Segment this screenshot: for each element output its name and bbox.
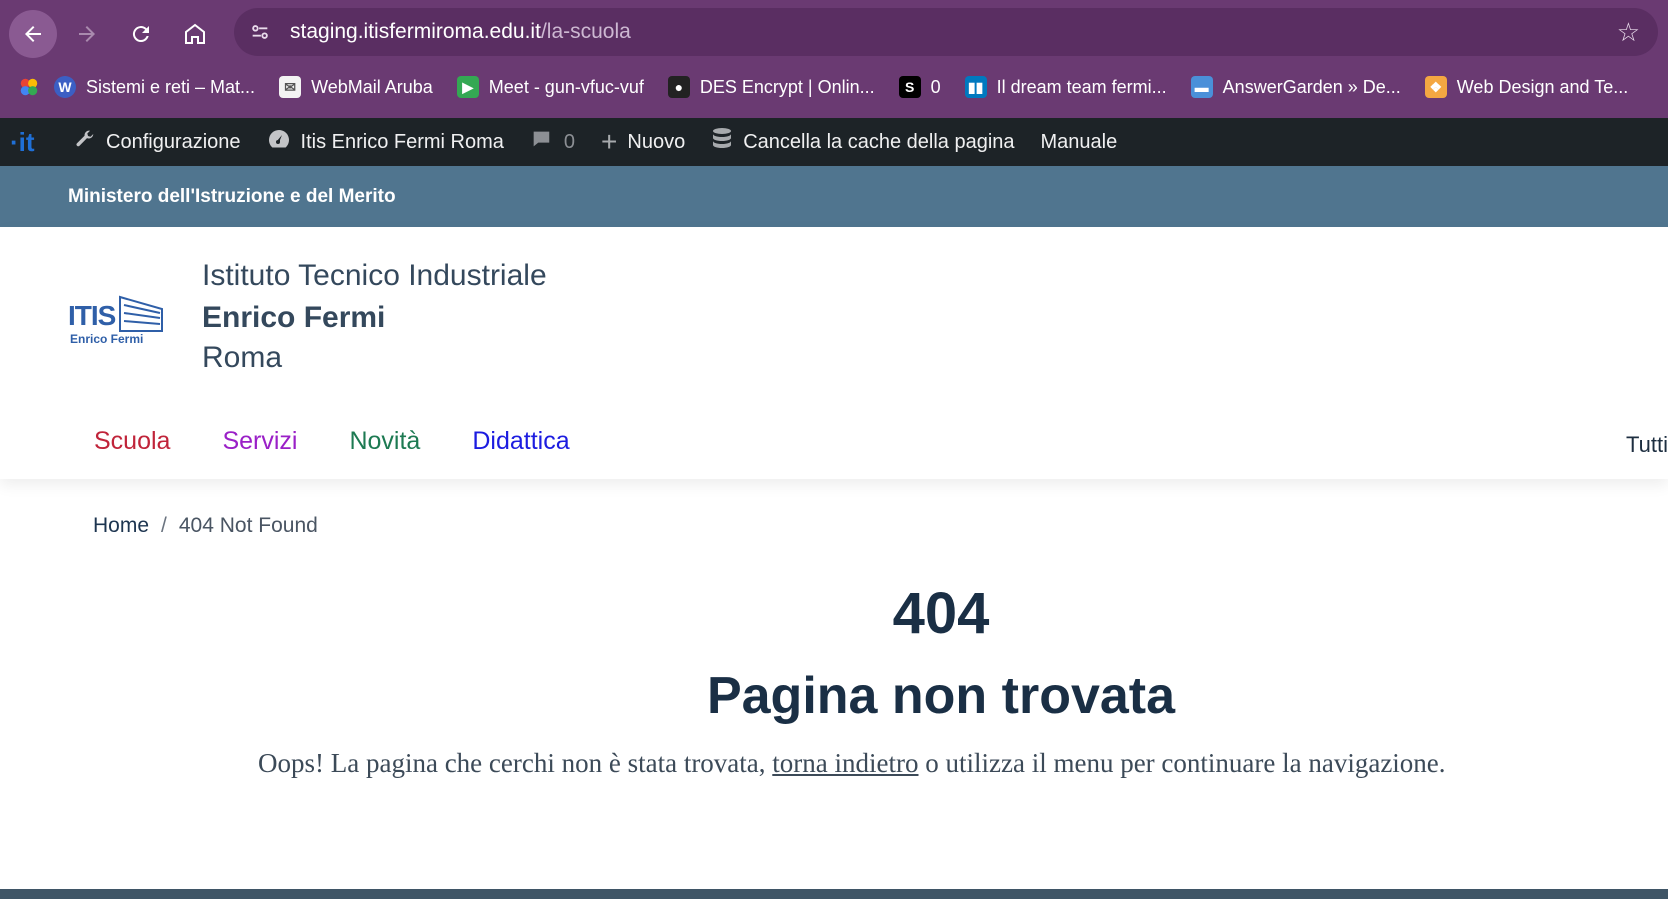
admin-item-label: Nuovo (627, 130, 686, 153)
home-icon (185, 23, 205, 44)
bookmark-item[interactable]: ✉ WebMail Aruba (279, 76, 433, 98)
ministry-link[interactable]: Ministero dell'Istruzione e del Merito (68, 186, 396, 208)
bookmark-label: AnswerGarden » De... (1222, 76, 1401, 97)
plus-icon: + (601, 126, 618, 157)
bookmark-item[interactable]: ❖ Web Design and Te... (1424, 76, 1629, 98)
admin-clear-cache[interactable]: Cancella la cache della pagina (711, 127, 1015, 157)
address-bar[interactable]: staging.itisfermiroma.edu.it/la-scuola ☆ (234, 8, 1658, 56)
bookmark-item[interactable]: ▶ Meet - gun-vfuc-vuf (456, 76, 644, 98)
breadcrumb-separator: / (161, 514, 167, 537)
reload-button[interactable] (117, 10, 165, 58)
svg-text:Enrico Fermi: Enrico Fermi (70, 332, 143, 346)
bookmark-label: Sistemi e reti – Mat... (86, 76, 256, 97)
site-settings-icon[interactable] (248, 20, 272, 44)
menu-item-scuola[interactable]: Scuola (94, 427, 170, 456)
menu-item-novita[interactable]: Novità (349, 427, 420, 456)
school-city[interactable]: Roma (202, 341, 282, 375)
bookmark-label: WebMail Aruba (311, 76, 433, 97)
error-title: Pagina non trovata (706, 667, 1176, 725)
error-code: 404 (892, 581, 990, 646)
bookmark-item[interactable]: ● DES Encrypt | Onlin... (667, 76, 875, 98)
svg-text:ITIS: ITIS (68, 300, 116, 331)
bookmark-item[interactable]: W Sistemi e reti – Mat... (54, 76, 255, 98)
school-type[interactable]: Istituto Tecnico Industriale (202, 259, 547, 293)
admin-manuale[interactable]: Manuale (1041, 131, 1118, 154)
bookmark-star-icon[interactable]: ☆ (1617, 17, 1640, 48)
admin-new[interactable]: + Nuovo (601, 126, 685, 158)
admin-configurazione[interactable]: Configurazione (74, 128, 241, 156)
book-icon: ❖ (1424, 76, 1447, 98)
footer-strip (0, 889, 1668, 899)
breadcrumb-home[interactable]: Home (93, 514, 149, 537)
menu-item-tutti[interactable]: Tutti (1626, 432, 1668, 458)
admin-site-name[interactable]: Itis Enrico Fermi Roma (267, 128, 504, 156)
breadcrumb-current: 404 Not Found (178, 514, 318, 537)
dashboard-gauge-icon (267, 128, 291, 156)
error-message: Oops! La pagina che cerchi non è stata t… (258, 748, 1446, 779)
arrow-right-icon (79, 26, 95, 42)
bookmark-item[interactable]: ▬ AnswerGarden » De... (1190, 76, 1401, 98)
database-icon (711, 127, 733, 157)
wordpress-icon: W (54, 76, 76, 98)
chat-icon: ▬ (1190, 76, 1213, 98)
arrow-left-icon (25, 26, 41, 42)
site-header: ITIS Enrico Fermi Istituto Tecnico Indus… (0, 227, 1668, 479)
des-icon: ● (667, 76, 690, 98)
meet-icon: ▶ (456, 76, 479, 98)
s-icon: S (898, 76, 921, 98)
breadcrumb: Home / 404 Not Found (93, 514, 318, 538)
bookmarks-bar: W Sistemi e reti – Mat... ✉ WebMail Arub… (0, 64, 1668, 110)
go-back-link[interactable]: torna indietro (772, 748, 918, 778)
bookmark-item[interactable]: S 0 (898, 76, 941, 98)
main-menu: Scuola Servizi Novità Didattica (94, 427, 622, 456)
school-logo[interactable]: ITIS Enrico Fermi (68, 287, 168, 347)
mail-icon: ✉ (279, 76, 302, 98)
url-text[interactable]: staging.itisfermiroma.edu.it/la-scuola (290, 20, 631, 44)
bookmark-label: Meet - gun-vfuc-vuf (488, 76, 644, 97)
bookmark-label: Web Design and Te... (1456, 76, 1629, 97)
menu-item-didattica[interactable]: Didattica (472, 427, 569, 456)
wp-admin-bar: ·it Configurazione Itis Enrico Fermi Rom… (0, 118, 1668, 166)
home-button[interactable] (171, 10, 219, 58)
menu-item-servizi[interactable]: Servizi (222, 427, 297, 456)
school-name[interactable]: Enrico Fermi (202, 301, 385, 335)
error-message-text: o utilizza il menu per continuare la nav… (918, 748, 1446, 778)
error-message-text: Oops! La pagina che cerchi non è stata t… (258, 748, 773, 778)
trello-icon: ▮▮ (964, 76, 987, 98)
admin-item-label: Manuale (1040, 130, 1118, 153)
admin-item-label: Cancella la cache della pagina (743, 130, 1015, 153)
pinwheel-icon (20, 78, 38, 96)
bookmark-item[interactable]: ▮▮ Il dream team fermi... (964, 76, 1167, 98)
admin-item-label: Itis Enrico Fermi Roma (300, 130, 504, 153)
url-path: /la-scuola (540, 20, 631, 43)
forward-button[interactable] (63, 10, 111, 58)
wrench-icon (74, 128, 96, 156)
reload-icon (132, 26, 149, 43)
bookmark-label: DES Encrypt | Onlin... (699, 76, 875, 97)
admin-item-label: Configurazione (106, 130, 241, 153)
comment-bubble-icon (530, 128, 552, 156)
bookmark-label: 0 (930, 76, 941, 97)
ministry-bar: Ministero dell'Istruzione e del Merito (0, 166, 1668, 227)
back-button[interactable] (9, 10, 57, 58)
bookmark-label: Il dream team fermi... (996, 76, 1167, 97)
comment-count: 0 (563, 130, 576, 153)
it-logo-icon[interactable]: ·it (10, 127, 50, 158)
url-host: staging.itisfermiroma.edu.it (290, 20, 541, 43)
admin-comments[interactable]: 0 (530, 128, 575, 156)
browser-chrome: staging.itisfermiroma.edu.it/la-scuola ☆… (0, 0, 1668, 118)
bookmark-apps[interactable] (18, 76, 40, 98)
